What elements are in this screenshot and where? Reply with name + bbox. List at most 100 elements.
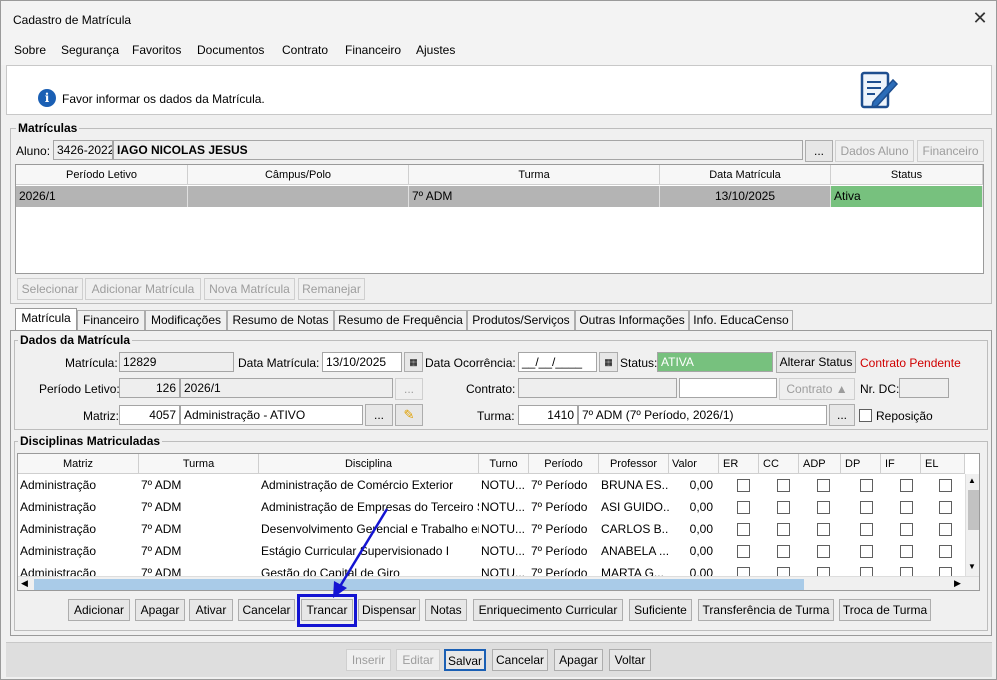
salvar-button[interactable]: Salvar <box>444 649 486 671</box>
tab-outras-informacoes[interactable]: Outras Informações <box>575 310 689 330</box>
menu-ajustes[interactable]: Ajustes <box>416 43 455 57</box>
column-header[interactable]: Data Matrícula <box>660 165 831 185</box>
aluno-code-field[interactable]: 3426-2022 <box>53 140 113 160</box>
contrato-field[interactable] <box>518 378 677 398</box>
tab-resumo-frequencia[interactable]: Resumo de Frequência <box>334 310 467 330</box>
checkbox-adp[interactable] <box>817 545 830 558</box>
scroll-right-icon[interactable]: ▶ <box>954 578 961 589</box>
pencil-icon[interactable]: ✎ <box>395 404 423 426</box>
aluno-name-field[interactable]: IAGO NICOLAS JESUS <box>113 140 803 160</box>
scroll-thumb[interactable] <box>968 490 979 530</box>
financeiro-button[interactable]: Financeiro <box>917 140 984 162</box>
transferencia-turma-button[interactable]: Transferência de Turma <box>698 599 834 621</box>
periodo-code-field[interactable]: 126 <box>119 378 180 398</box>
menu-favoritos[interactable]: Favoritos <box>132 43 181 57</box>
apagar-button[interactable]: Apagar <box>135 599 185 621</box>
table-row[interactable]: Administração 7º ADM Estágio Curricular Su… <box>18 540 966 562</box>
checkbox-er[interactable] <box>737 523 750 536</box>
checkbox-cc[interactable] <box>777 479 790 492</box>
data-matricula-field[interactable]: 13/10/2025 <box>322 352 402 372</box>
selecionar-button[interactable]: Selecionar <box>17 278 83 300</box>
periodo-name-field[interactable]: 2026/1 <box>180 378 393 398</box>
editar-button[interactable]: Editar <box>396 649 440 671</box>
calendar-icon[interactable]: ▦ <box>404 352 423 372</box>
column-header[interactable]: Câmpus/Polo <box>188 165 409 185</box>
contrato-number-field[interactable] <box>679 378 777 398</box>
matriz-search-button[interactable]: ... <box>365 404 393 426</box>
status-field[interactable]: ATIVA <box>657 352 773 372</box>
table-row[interactable]: 2026/1 7º ADM 13/10/2025 Ativa <box>16 186 983 207</box>
turma-code-field[interactable]: 1410 <box>518 405 578 425</box>
table-row[interactable]: Administração 7º ADM Administração de Empr… <box>18 496 966 518</box>
tab-financeiro[interactable]: Financeiro <box>77 310 145 330</box>
checkbox-er[interactable] <box>737 545 750 558</box>
checkbox-cc[interactable] <box>777 523 790 536</box>
menu-contrato[interactable]: Contrato <box>282 43 328 57</box>
tab-modificacoes[interactable]: Modificações <box>145 310 227 330</box>
checkbox-el[interactable] <box>939 545 952 558</box>
cancelar-footer-button[interactable]: Cancelar <box>492 649 548 671</box>
checkbox-if[interactable] <box>900 479 913 492</box>
notas-button[interactable]: Notas <box>425 599 467 621</box>
dados-aluno-button[interactable]: Dados Aluno <box>835 140 914 162</box>
checkbox-dp[interactable] <box>860 545 873 558</box>
inserir-button[interactable]: Inserir <box>346 649 391 671</box>
menu-sobre[interactable]: Sobre <box>14 43 46 57</box>
dispensar-button[interactable]: Dispensar <box>358 599 420 621</box>
checkbox-el[interactable] <box>939 523 952 536</box>
alterar-status-button[interactable]: Alterar Status <box>776 351 856 373</box>
vertical-scrollbar[interactable]: ▲ ▼ <box>965 474 979 576</box>
scroll-thumb[interactable] <box>34 579 804 590</box>
checkbox-er[interactable] <box>737 501 750 514</box>
column-header[interactable]: Disciplina <box>259 454 479 474</box>
column-header[interactable]: Período Letivo <box>16 165 188 185</box>
tab-produtos-servicos[interactable]: Produtos/Serviços <box>467 310 575 330</box>
checkbox-dp[interactable] <box>860 479 873 492</box>
nova-matricula-button[interactable]: Nova Matrícula <box>204 278 295 300</box>
column-header[interactable]: EL <box>921 454 965 474</box>
tab-resumo-notas[interactable]: Resumo de Notas <box>227 310 334 330</box>
column-header[interactable]: Turma <box>139 454 259 474</box>
scroll-left-icon[interactable]: ◀ <box>21 578 28 589</box>
column-header[interactable]: CC <box>759 454 799 474</box>
nr-dc-field[interactable] <box>899 378 949 398</box>
periodo-search-button[interactable]: ... <box>395 378 423 400</box>
suficiente-button[interactable]: Suficiente <box>629 599 692 621</box>
horizontal-scrollbar[interactable]: ◀ ▶ <box>18 576 979 590</box>
reposicao-checkbox[interactable] <box>859 409 872 422</box>
checkbox-adp[interactable] <box>817 523 830 536</box>
column-header[interactable]: Turno <box>479 454 529 474</box>
adicionar-matricula-button[interactable]: Adicionar Matrícula <box>85 278 201 300</box>
checkbox-cc[interactable] <box>777 545 790 558</box>
turma-search-button[interactable]: ... <box>829 404 855 426</box>
column-header[interactable]: Valor <box>669 454 719 474</box>
checkbox-dp[interactable] <box>860 501 873 514</box>
voltar-button[interactable]: Voltar <box>609 649 651 671</box>
column-header[interactable]: Turma <box>409 165 660 185</box>
column-header[interactable]: Período <box>529 454 599 474</box>
checkbox-cc[interactable] <box>777 501 790 514</box>
enriquecimento-button[interactable]: Enriquecimento Curricular <box>473 599 623 621</box>
data-ocorrencia-field[interactable]: __/__/____ <box>518 352 597 372</box>
menu-documentos[interactable]: Documentos <box>197 43 264 57</box>
column-header[interactable]: Professor <box>599 454 669 474</box>
checkbox-dp[interactable] <box>860 523 873 536</box>
column-header[interactable]: ADP <box>799 454 841 474</box>
checkbox-el[interactable] <box>939 501 952 514</box>
scroll-up-icon[interactable]: ▲ <box>968 476 976 485</box>
aluno-search-button[interactable]: ... <box>805 140 833 162</box>
checkbox-er[interactable] <box>737 479 750 492</box>
menu-financeiro[interactable]: Financeiro <box>345 43 401 57</box>
calendar-icon[interactable]: ▦ <box>599 352 618 372</box>
column-header[interactable]: Status <box>831 165 983 185</box>
tab-matricula[interactable]: Matrícula <box>15 308 77 330</box>
remanejar-button[interactable]: Remanejar <box>298 278 365 300</box>
checkbox-if[interactable] <box>900 501 913 514</box>
checkbox-adp[interactable] <box>817 501 830 514</box>
contrato-dropdown-button[interactable]: Contrato ▲ <box>779 378 855 400</box>
column-header[interactable]: ER <box>719 454 759 474</box>
matriz-name-field[interactable]: Administração - ATIVO <box>180 405 363 425</box>
matriz-code-field[interactable]: 4057 <box>119 405 180 425</box>
turma-name-field[interactable]: 7º ADM (7º Período, 2026/1) <box>578 405 827 425</box>
checkbox-adp[interactable] <box>817 479 830 492</box>
